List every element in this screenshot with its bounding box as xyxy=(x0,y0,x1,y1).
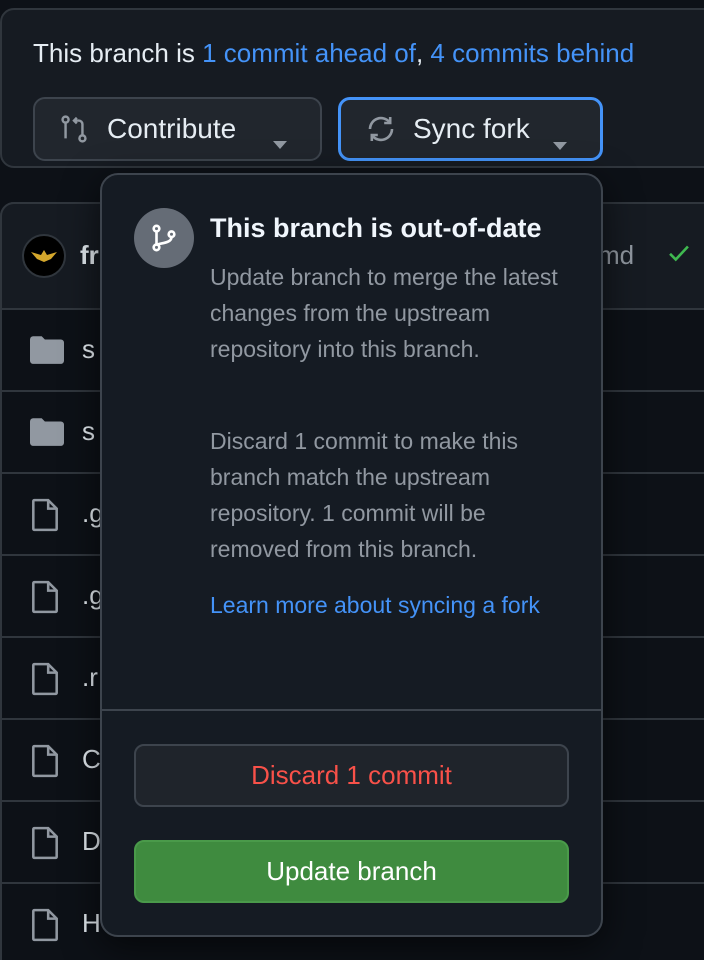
check-icon xyxy=(666,240,692,271)
avatar[interactable] xyxy=(22,234,66,278)
file-name[interactable]: C xyxy=(82,744,101,775)
commit-message-fragment[interactable]: md xyxy=(598,240,634,271)
file-icon xyxy=(30,826,60,865)
sync-fork-popover: This branch is out-of-date Update branch… xyxy=(100,173,603,937)
file-icon xyxy=(30,908,60,947)
status-prefix: This branch is xyxy=(33,38,203,68)
popover-description-discard: Discard 1 commit to make this branch mat… xyxy=(210,428,519,562)
commits-ahead-link[interactable]: 1 commit ahead of xyxy=(202,38,416,68)
repo-page: This branch is 1 commit ahead of, 4 comm… xyxy=(0,0,704,960)
file-name[interactable]: s xyxy=(82,334,95,365)
popover-divider xyxy=(102,709,601,711)
status-separator: , xyxy=(415,38,431,68)
caret-down-icon xyxy=(552,126,568,158)
file-icon xyxy=(30,744,60,783)
popover-description-update: Update branch to merge the latest change… xyxy=(210,264,558,362)
sync-fork-label: Sync fork xyxy=(413,113,530,144)
git-compare-icon xyxy=(59,112,93,146)
file-name[interactable]: .r xyxy=(82,662,98,693)
git-branch-icon xyxy=(134,208,194,268)
file-icon xyxy=(30,580,60,619)
file-name[interactable]: s xyxy=(82,416,95,447)
update-branch-button[interactable]: Update branch xyxy=(134,840,569,903)
caret-down-icon xyxy=(272,125,288,157)
folder-icon xyxy=(30,334,64,369)
contribute-label: Contribute xyxy=(107,113,237,144)
branch-status-text: This branch is 1 commit ahead of, 4 comm… xyxy=(33,38,634,69)
commit-author-fragment[interactable]: fr xyxy=(80,240,99,271)
commits-behind-link[interactable]: 4 commits behind xyxy=(430,38,634,68)
file-name[interactable]: H xyxy=(82,908,101,939)
file-icon xyxy=(30,662,60,701)
learn-more-link[interactable]: Learn more about syncing a fork xyxy=(210,587,560,623)
file-icon xyxy=(30,498,60,537)
sync-fork-button[interactable]: Sync fork xyxy=(338,97,603,161)
contribute-button[interactable]: Contribute xyxy=(33,97,322,161)
popover-title: This branch is out-of-date xyxy=(210,213,542,243)
sync-icon xyxy=(365,112,399,146)
discard-commit-button[interactable]: Discard 1 commit xyxy=(134,744,569,807)
branch-status-box: This branch is 1 commit ahead of, 4 comm… xyxy=(0,8,704,168)
folder-icon xyxy=(30,416,64,451)
file-name[interactable]: D xyxy=(82,826,101,857)
